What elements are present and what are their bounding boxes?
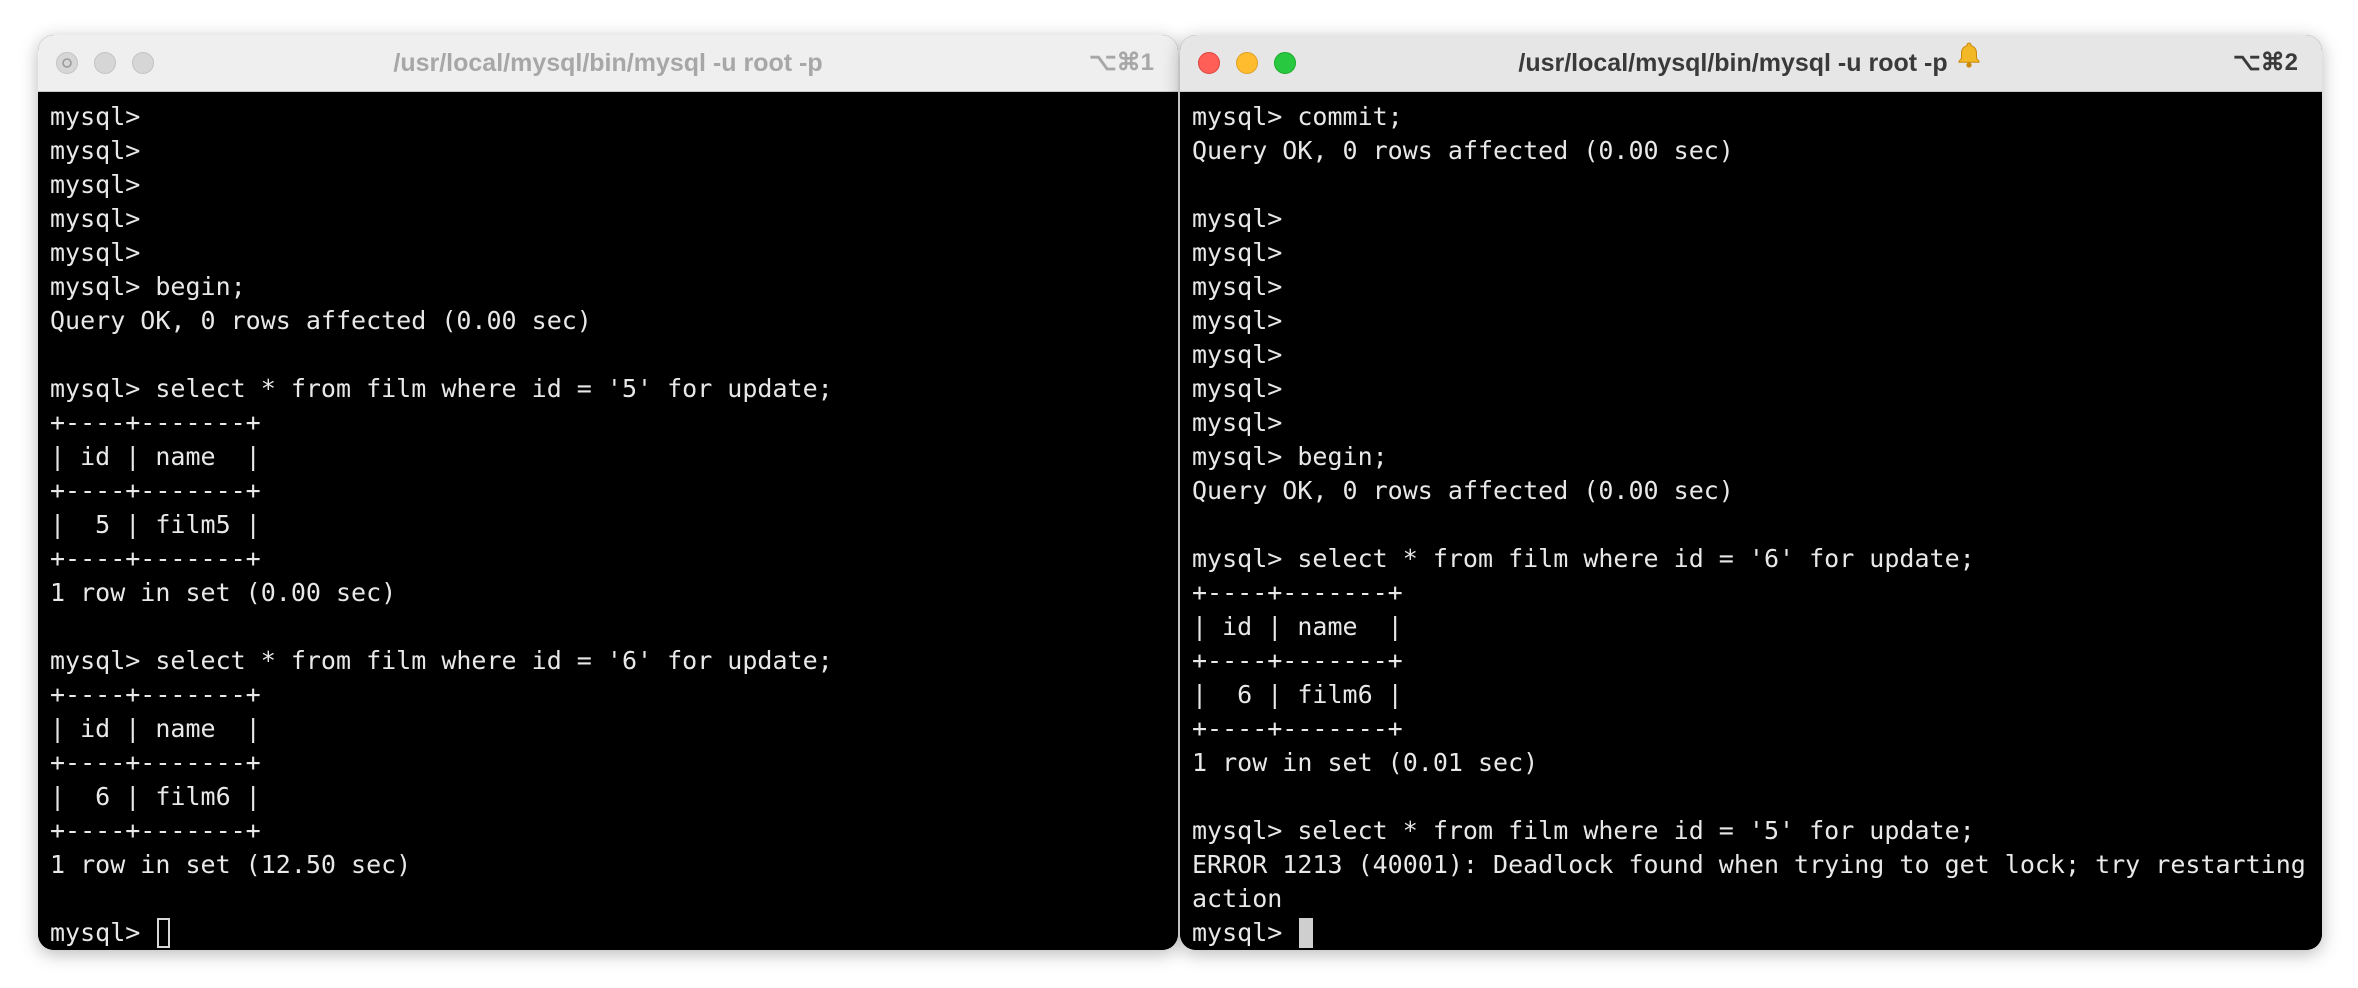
terminal-line: | 5 | film5 | (50, 510, 261, 539)
terminal-line: +----+-------+ (50, 816, 261, 845)
terminal-line: mysql> begin; (50, 272, 246, 301)
window-shortcut: ⌥⌘1 (1088, 49, 1154, 76)
terminal-line: mysql> select * from film where id = '5'… (50, 374, 833, 403)
prompt-line[interactable]: mysql> (50, 916, 1178, 950)
terminal-line: mysql> (50, 204, 141, 233)
terminal-line: mysql> (1192, 340, 1283, 369)
terminal-line: mysql> (50, 102, 141, 131)
terminal-line: Query OK, 0 rows affected (0.00 sec) (1192, 136, 1734, 165)
prompt-text: mysql> (50, 918, 156, 947)
terminal-line: mysql> select * from film where id = '6'… (50, 646, 833, 675)
terminal-line: +----+-------+ (50, 544, 261, 573)
terminal-window-2[interactable]: /usr/local/mysql/bin/mysql -u root -p ⌥⌘… (1180, 35, 2322, 950)
terminal-line: +----+-------+ (50, 408, 261, 437)
terminal-line: 1 row in set (12.50 sec) (50, 850, 412, 879)
terminal-line: mysql> (50, 170, 141, 199)
terminal-line: mysql> commit; (1192, 102, 1403, 131)
text-cursor (157, 918, 171, 948)
terminal-output[interactable]: mysql> commit; Query OK, 0 rows affected … (1180, 92, 2322, 950)
terminal-line: mysql> (1192, 408, 1283, 437)
terminal-line: mysql> (1192, 204, 1283, 233)
title-bar[interactable]: /usr/local/mysql/bin/mysql -u root -p ⌥⌘… (38, 35, 1178, 92)
window-title: /usr/local/mysql/bin/mysql -u root -p (1518, 49, 1948, 77)
prompt-line[interactable]: mysql> (1192, 916, 2322, 950)
text-cursor (1299, 918, 1314, 948)
terminal-line: mysql> (50, 238, 141, 267)
terminal-line: | id | name | (50, 442, 261, 471)
terminal-line: | 6 | film6 | (1192, 680, 1403, 709)
terminal-line: | id | name | (50, 714, 261, 743)
terminal-line: | 6 | film6 | (50, 782, 261, 811)
window-title-container: /usr/local/mysql/bin/mysql -u root -p (1180, 35, 2322, 91)
bell-icon (1954, 35, 1984, 90)
window-shortcut: ⌥⌘2 (2232, 49, 2298, 76)
terminal-line: +----+-------+ (1192, 714, 1403, 743)
terminal-line: mysql> (1192, 306, 1283, 335)
terminal-window-1[interactable]: /usr/local/mysql/bin/mysql -u root -p ⌥⌘… (38, 35, 1178, 950)
terminal-line: 1 row in set (0.00 sec) (50, 578, 397, 607)
terminal-line: mysql> select * from film where id = '5'… (1192, 816, 1975, 845)
terminal-line: mysql> (1192, 272, 1283, 301)
terminal-line: +----+-------+ (50, 680, 261, 709)
terminal-line: Query OK, 0 rows affected (0.00 sec) (50, 306, 592, 335)
terminal-line: action (1192, 884, 1283, 913)
terminal-line: | id | name | (1192, 612, 1403, 641)
terminal-line: +----+-------+ (1192, 578, 1403, 607)
terminal-line: 1 row in set (0.01 sec) (1192, 748, 1539, 777)
terminal-line: mysql> (1192, 238, 1283, 267)
terminal-line: +----+-------+ (1192, 646, 1403, 675)
terminal-line: Query OK, 0 rows affected (0.00 sec) (1192, 476, 1734, 505)
terminal-line: +----+-------+ (50, 476, 261, 505)
terminal-output[interactable]: mysql> mysql> mysql> mysql> mysql> mysql> beg… (38, 92, 1178, 950)
terminal-line: mysql> select * from film where id = '6'… (1192, 544, 1975, 573)
terminal-line: mysql> (50, 136, 141, 165)
window-title: /usr/local/mysql/bin/mysql -u root -p (393, 49, 823, 77)
terminal-line: mysql> begin; (1192, 442, 1388, 471)
prompt-text: mysql> (1192, 918, 1298, 947)
title-bar[interactable]: /usr/local/mysql/bin/mysql -u root -p ⌥⌘… (1180, 35, 2322, 92)
terminal-line: mysql> (1192, 374, 1283, 403)
terminal-line: +----+-------+ (50, 748, 261, 777)
terminal-line: ERROR 1213 (40001): Deadlock found when … (1192, 850, 2322, 879)
